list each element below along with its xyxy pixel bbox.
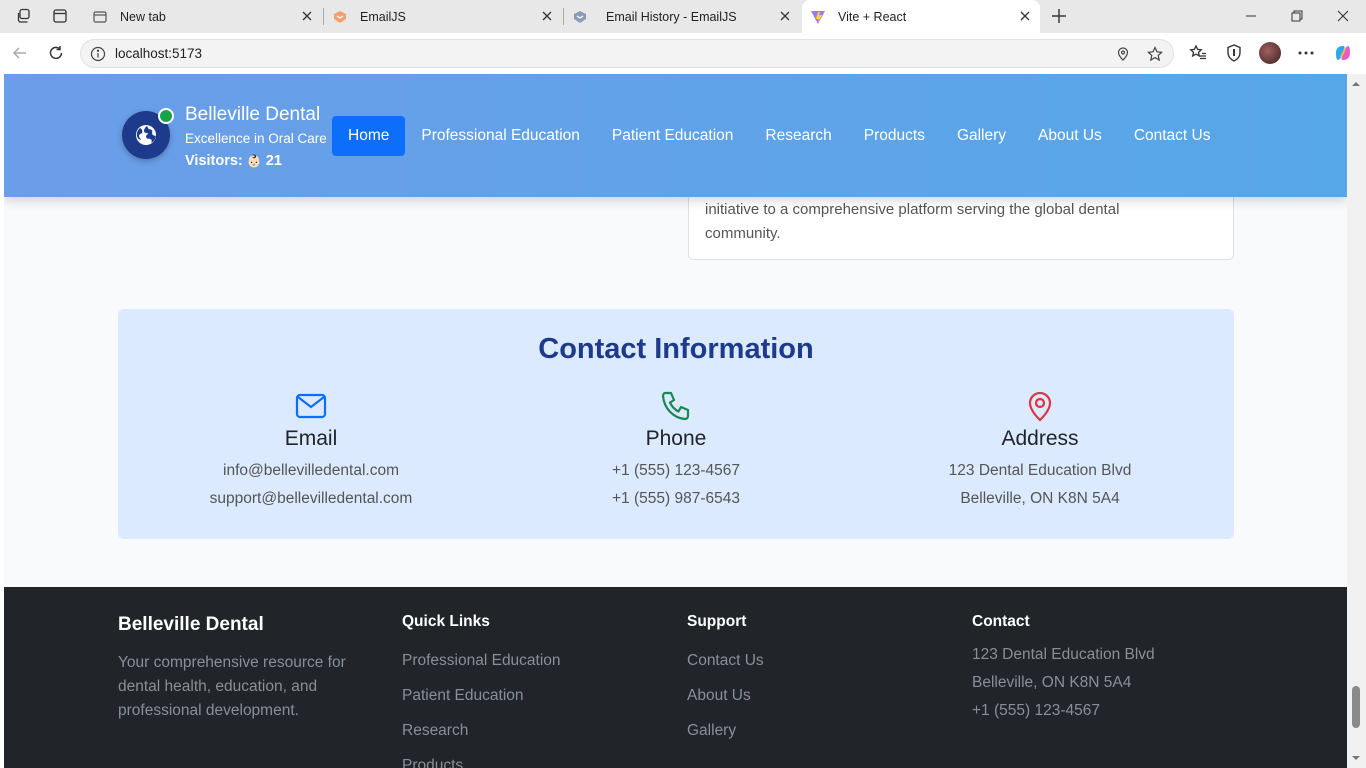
scroll-down-arrow-icon[interactable] (1352, 754, 1360, 762)
contact-section-title: Contact Information (538, 333, 814, 365)
favorites-icon[interactable] (1188, 43, 1208, 63)
brand-name[interactable]: Belleville Dental (185, 104, 320, 126)
nav-professional-education[interactable]: Professional Education (405, 116, 596, 156)
contact-email-line[interactable]: support@bellevilledental.com (161, 485, 461, 513)
reload-icon[interactable] (46, 43, 66, 63)
restore-icon[interactable] (1288, 7, 1306, 25)
minimize-icon[interactable] (1242, 7, 1260, 25)
visitor-counter: Visitors: 👶🏻 21 (185, 153, 282, 169)
footer-contact-heading: Contact (972, 613, 1030, 630)
footer-link-contact-us[interactable]: Contact Us (687, 652, 764, 670)
more-options-icon[interactable] (1296, 43, 1316, 63)
address-bar[interactable]: localhost:5173 (80, 39, 1174, 68)
contact-email-heading: Email (284, 427, 338, 450)
nav-gallery[interactable]: Gallery (941, 116, 1022, 156)
map-pin-icon (890, 389, 1190, 423)
contact-phone-line[interactable]: +1 (555) 123-4567 (526, 457, 826, 485)
contact-address-line: 123 Dental Education Blvd (948, 462, 1132, 479)
footer-quick-links: Quick Links Professional Education Patie… (402, 613, 561, 768)
contact-address-column: Address 123 Dental Education Blvd Bellev… (890, 389, 1190, 513)
nav-products[interactable]: Products (848, 116, 941, 156)
mail-icon (161, 389, 461, 423)
close-tab-icon[interactable] (300, 9, 314, 23)
nav-home[interactable]: Home (332, 116, 406, 156)
nav-patient-education[interactable]: Patient Education (596, 116, 750, 156)
footer-contact-line: Belleville, ON K8N 5A4 (972, 674, 1132, 691)
footer-link-patient-education[interactable]: Patient Education (402, 687, 561, 705)
browser-essentials-icon[interactable] (1224, 43, 1244, 63)
main-nav: Home Professional Education Patient Educ… (332, 116, 1226, 156)
contact-phone-heading: Phone (645, 427, 707, 450)
profile-avatar[interactable] (1259, 42, 1281, 64)
footer-contact-line: 123 Dental Education Blvd (972, 646, 1155, 663)
footer-link-professional-education[interactable]: Professional Education (402, 652, 561, 670)
online-status-dot (158, 108, 174, 124)
scrollbar-thumb[interactable] (1352, 686, 1360, 728)
visitors-icon: 👶🏻 (246, 154, 262, 168)
tab-emailjs[interactable]: EmailJS (324, 0, 562, 33)
page-scrollbar[interactable] (1347, 74, 1366, 768)
favorite-star-icon[interactable] (1147, 46, 1163, 62)
tab-vite-react[interactable]: Vite + React (802, 0, 1040, 33)
new-tab-page-icon (92, 9, 108, 25)
footer-quick-links-heading: Quick Links (402, 613, 490, 630)
close-window-icon[interactable] (1334, 7, 1352, 25)
page-viewport: Belleville Dental Excellence in Oral Car… (4, 74, 1347, 768)
tab-title: Vite + React (838, 9, 907, 24)
phone-icon (526, 389, 826, 423)
footer-contact-line: +1 (555) 123-4567 (972, 702, 1100, 719)
contact-address-line: Belleville, ON K8N 5A4 (960, 490, 1120, 507)
scroll-up-arrow-icon[interactable] (1352, 80, 1360, 88)
site-info-icon[interactable] (90, 46, 106, 62)
new-tab-button[interactable] (1048, 5, 1070, 27)
contact-information-section: Contact Information Email info@bellevill… (118, 309, 1234, 539)
nav-contact-us[interactable]: Contact Us (1118, 116, 1227, 156)
footer-link-research[interactable]: Research (402, 722, 561, 740)
contact-email-line[interactable]: info@bellevilledental.com (161, 457, 461, 485)
contact-phone-line[interactable]: +1 (555) 987-6543 (526, 485, 826, 513)
tab-email-history[interactable]: Email History - EmailJS (564, 0, 800, 33)
visitors-count: 21 (265, 153, 282, 169)
footer-link-about-us[interactable]: About Us (687, 687, 764, 705)
brand-tagline: Excellence in Oral Care (185, 131, 327, 146)
about-card-text: initiative to a comprehensive platform s… (705, 201, 1120, 242)
contact-phone-column: Phone +1 (555) 123-4567 +1 (555) 987-654… (526, 389, 826, 513)
footer-description: Your comprehensive resource for dental h… (118, 654, 346, 719)
visitors-label: Visitors: (185, 153, 243, 169)
footer-link-products[interactable]: Products (402, 757, 561, 768)
location-icon[interactable] (1115, 46, 1131, 62)
back-icon[interactable] (10, 43, 30, 63)
footer-support-heading: Support (687, 613, 747, 630)
browser-tab-bar: New tab EmailJS Email History - EmailJS … (0, 0, 1366, 33)
emailjs-favicon (332, 9, 348, 25)
url-text: localhost:5173 (115, 46, 203, 61)
close-tab-icon[interactable] (778, 9, 792, 23)
emailjs-favicon (572, 9, 588, 25)
footer-contact: Contact 123 Dental Education Blvd Bellev… (972, 613, 1155, 725)
contact-address-heading: Address (1001, 427, 1079, 450)
tab-title: EmailJS (360, 9, 406, 24)
vertical-tabs-icon[interactable] (49, 6, 71, 26)
copilot-icon[interactable] (1333, 43, 1353, 63)
site-header: Belleville Dental Excellence in Oral Car… (4, 74, 1347, 197)
site-footer: Belleville Dental Your comprehensive res… (4, 587, 1347, 768)
workspaces-icon[interactable] (13, 6, 35, 26)
footer-link-gallery[interactable]: Gallery (687, 722, 764, 740)
contact-email-column: Email info@bellevilledental.com support@… (161, 389, 461, 513)
tab-title: New tab (120, 9, 166, 24)
browser-toolbar: localhost:5173 (0, 33, 1366, 74)
tab-title: Email History - EmailJS (606, 9, 737, 24)
vite-favicon (810, 9, 826, 25)
tab-new-tab[interactable]: New tab (84, 0, 322, 33)
footer-support: Support Contact Us About Us Gallery (687, 613, 764, 740)
close-tab-icon[interactable] (1018, 9, 1032, 23)
nav-about-us[interactable]: About Us (1022, 116, 1118, 156)
close-tab-icon[interactable] (540, 9, 554, 23)
nav-research[interactable]: Research (749, 116, 847, 156)
footer-brand: Belleville Dental (118, 614, 264, 635)
